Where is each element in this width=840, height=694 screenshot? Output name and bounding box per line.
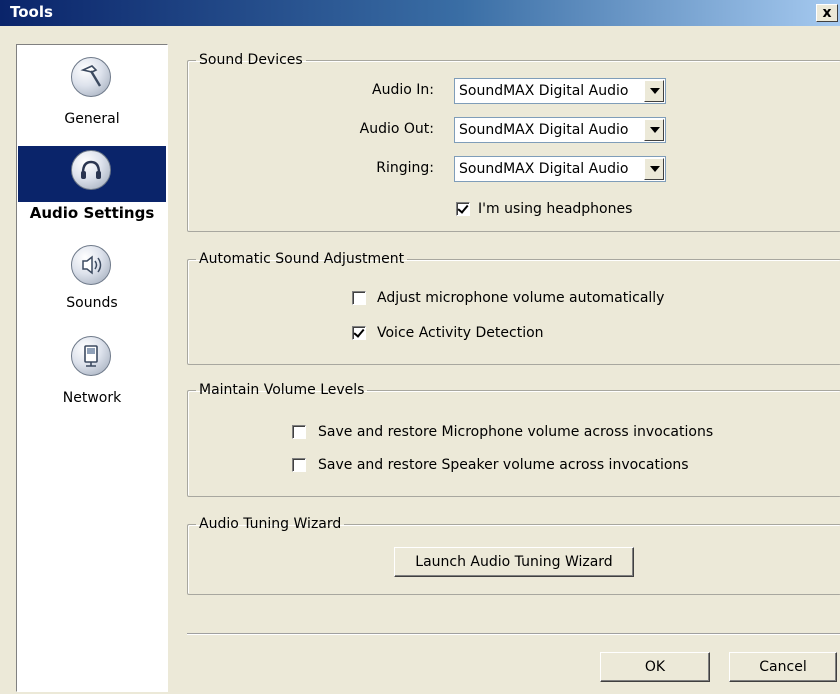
vad-checkbox[interactable]: [352, 326, 366, 340]
group-legend: Audio Tuning Wizard: [199, 516, 342, 532]
auto-adjust-group: Automatic Sound Adjustment: [187, 251, 840, 365]
chevron-down-icon: [650, 127, 660, 133]
ringing-label: Ringing:: [376, 160, 434, 176]
dropdown-button[interactable]: [644, 119, 664, 141]
title-bar[interactable]: Tools x: [0, 0, 840, 26]
cancel-button[interactable]: Cancel: [729, 652, 837, 682]
sidebar-item-label: Network: [62, 390, 122, 406]
network-icon: [71, 336, 111, 376]
dropdown-button[interactable]: [644, 80, 664, 102]
chevron-down-icon: [650, 88, 660, 94]
sidebar-item-label: Sounds: [66, 295, 118, 311]
audio-in-label: Audio In:: [372, 82, 434, 98]
mic-restore-label[interactable]: Save and restore Microphone volume acros…: [318, 424, 713, 440]
select-value: SoundMAX Digital Audio: [459, 83, 629, 99]
launch-tuning-wizard-button[interactable]: Launch Audio Tuning Wizard: [394, 547, 634, 577]
adjust-mic-checkbox[interactable]: [352, 291, 366, 305]
audio-out-label: Audio Out:: [359, 121, 434, 137]
vad-label[interactable]: Voice Activity Detection: [377, 325, 544, 341]
sidebar-item-general[interactable]: General: [18, 51, 166, 141]
footer-separator: [187, 633, 840, 635]
close-button[interactable]: x: [816, 4, 838, 22]
speaker-restore-label[interactable]: Save and restore Speaker volume across i…: [318, 457, 689, 473]
sidebar-item-label: General: [64, 111, 120, 127]
select-value: SoundMAX Digital Audio: [459, 122, 629, 138]
chevron-down-icon: [650, 166, 660, 172]
group-legend: Automatic Sound Adjustment: [199, 251, 405, 267]
adjust-mic-label[interactable]: Adjust microphone volume automatically: [377, 290, 664, 306]
headphones-label[interactable]: I'm using headphones: [478, 201, 632, 217]
audio-out-select[interactable]: SoundMAX Digital Audio: [454, 117, 666, 143]
sidebar-item-label: Audio Settings: [18, 202, 166, 224]
ok-button[interactable]: OK: [600, 652, 710, 682]
sidebar-item-network[interactable]: Network: [18, 334, 166, 424]
sidebar-item-sounds[interactable]: Sounds: [18, 241, 166, 331]
sidebar: General Audio Settings Sounds Network: [16, 44, 168, 692]
headphones-checkbox[interactable]: [456, 202, 470, 216]
mic-restore-checkbox[interactable]: [292, 425, 306, 439]
hammer-icon: [71, 57, 111, 97]
speaker-icon: [71, 245, 111, 285]
group-legend: Maintain Volume Levels: [199, 382, 365, 398]
dropdown-button[interactable]: [644, 158, 664, 180]
ringing-select[interactable]: SoundMAX Digital Audio: [454, 156, 666, 182]
audio-in-select[interactable]: SoundMAX Digital Audio: [454, 78, 666, 104]
group-legend: Sound Devices: [199, 52, 303, 68]
headphones-icon: [71, 150, 111, 190]
sidebar-item-audio-settings[interactable]: Audio Settings: [18, 146, 166, 224]
speaker-restore-checkbox[interactable]: [292, 458, 306, 472]
select-value: SoundMAX Digital Audio: [459, 161, 629, 177]
window-title: Tools: [10, 3, 53, 21]
